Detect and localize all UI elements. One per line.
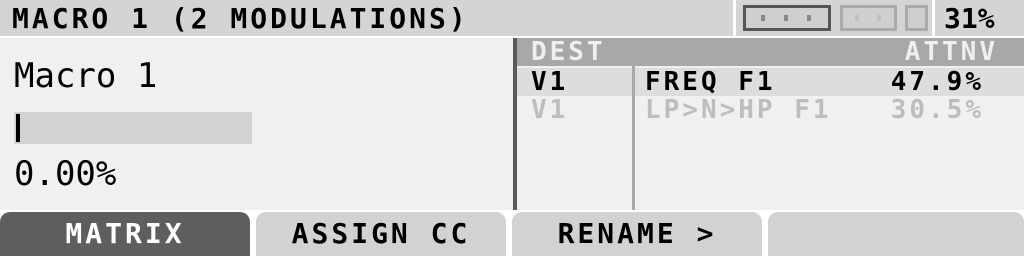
table-row[interactable]: V1 LP>N>HP F1 30.5% — [517, 95, 1024, 125]
slider-handle[interactable] — [16, 114, 20, 142]
macro-slider[interactable] — [14, 112, 252, 144]
macro-value: 0.00% — [14, 154, 117, 194]
tab-empty[interactable] — [768, 212, 1024, 256]
cpu-meter — [743, 5, 928, 31]
tab-matrix[interactable]: MATRIX — [0, 212, 250, 256]
row-amount: 30.5% — [890, 95, 984, 125]
tab-bar: MATRIX ASSIGN CC RENAME > — [0, 210, 1024, 256]
tab-rename[interactable]: RENAME > — [512, 212, 762, 256]
row-source: V1 — [531, 95, 569, 125]
column-divider — [632, 66, 635, 210]
column-header-attnv: ATTNV — [904, 37, 998, 67]
page-title: MACRO 1 (2 MODULATIONS) — [12, 2, 469, 35]
cpu-meter-block — [905, 5, 928, 31]
tab-assign-cc[interactable]: ASSIGN CC — [256, 212, 506, 256]
table-row[interactable]: V1 FREQ F1 47.9% — [517, 67, 1024, 97]
row-target: LP>N>HP F1 — [645, 95, 832, 125]
header-divider — [733, 0, 736, 38]
header-divider — [932, 0, 935, 38]
cpu-meter-block — [743, 5, 831, 31]
column-header-dest: DEST — [531, 37, 606, 67]
cpu-percent: 31% — [944, 2, 995, 35]
cpu-meter-block — [840, 5, 897, 31]
table-header: DEST ATTNV — [517, 37, 1024, 67]
macro-name: Macro 1 — [14, 56, 158, 96]
header-bar: MACRO 1 (2 MODULATIONS) 31% — [0, 0, 1024, 38]
